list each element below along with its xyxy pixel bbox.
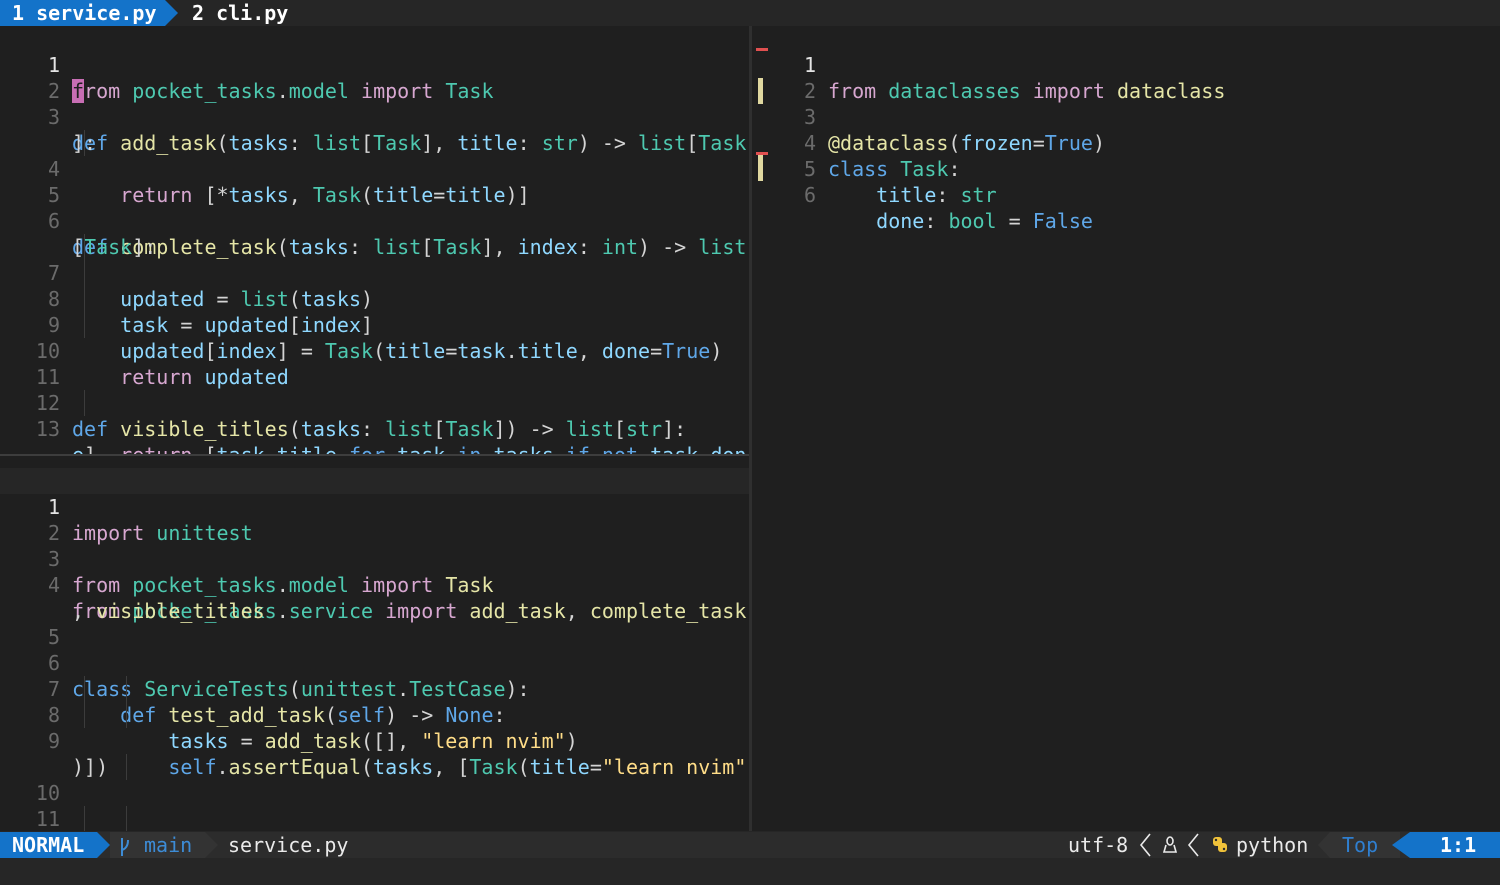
- code-text: def add_task(tasks: list[Task], title: s…: [72, 131, 747, 155]
- code-line[interactable]: 6 done: bool = False: [752, 156, 1093, 233]
- code-line[interactable]: 10 return updated: [0, 312, 289, 389]
- code-line[interactable]: 6 class ServiceTests(unittest.TestCase):: [0, 624, 530, 701]
- code-line-wrap[interactable]: e]: [0, 416, 96, 454]
- branch-separator-arrow: [205, 832, 218, 858]
- git-branch-segment[interactable]: main: [110, 832, 205, 858]
- code-line[interactable]: 8 tasks = add_task([], "learn nvim"): [0, 676, 578, 753]
- code-line[interactable]: 2: [752, 52, 816, 103]
- service-editor-pane[interactable]: 1 from pocket_tasks.model import Task 2 …: [0, 26, 749, 454]
- code-line[interactable]: 1 from dataclasses import dataclass: [752, 26, 1500, 103]
- code-text: self.assertEqual(tasks, [Task(title="lea…: [168, 755, 747, 779]
- indent-guide: [126, 806, 127, 831]
- git-branch-icon: [118, 832, 130, 858]
- code-text: updated[index] = Task(title=task.title, …: [120, 339, 723, 363]
- git-branch-name: main: [144, 833, 193, 857]
- code-line-wrap[interactable]: , visible_titles: [0, 572, 265, 623]
- code-text: return updated: [120, 365, 289, 389]
- text-cursor: f: [72, 79, 85, 103]
- mode-indicator: NORMAL: [0, 832, 97, 858]
- code-line[interactable]: 7 def test_add_task(self) -> None:: [0, 650, 506, 727]
- code-line[interactable]: 13 return [task.title for task in tasks …: [0, 390, 747, 454]
- code-line[interactable]: 12 tasks = complete_task([Task(title="le…: [0, 806, 48, 831]
- file-encoding: utf-8: [1068, 833, 1129, 857]
- code-line[interactable]: 4 class Task:: [752, 104, 961, 181]
- code-line[interactable]: 11 def test_complete_task(self) -> None:: [0, 780, 60, 831]
- code-line[interactable]: 5: [0, 598, 60, 649]
- code-line-wrap[interactable]: ]:: [0, 104, 96, 155]
- current-filename: service.py: [228, 833, 349, 857]
- code-text: def visible_titles(tasks: list[Task]) ->…: [72, 417, 687, 441]
- code-line[interactable]: 1 import unittest: [0, 468, 749, 545]
- code-line[interactable]: 10: [0, 754, 60, 805]
- mode-separator-arrow: [97, 832, 110, 858]
- model-editor-pane[interactable]: 1 from dataclasses import dataclass 2 3 …: [752, 26, 1500, 831]
- line-number: 6: [803, 183, 816, 207]
- code-text: class Task:: [828, 157, 961, 181]
- code-line[interactable]: 9 updated[index] = Task(title=task.title…: [0, 286, 722, 363]
- code-line[interactable]: 8 task = updated[index]: [0, 260, 373, 337]
- code-line[interactable]: 9 self.assertEqual(tasks, [Task(title="l…: [0, 702, 746, 779]
- indent-guide: [126, 754, 127, 780]
- code-text: return [task.title for task in tasks if …: [72, 442, 746, 454]
- code-line-wrap[interactable]: )]): [0, 728, 108, 779]
- code-text: tasks = add_task([], "learn nvim"): [168, 729, 578, 753]
- tab-cli-py[interactable]: 2 cli.py: [192, 0, 288, 26]
- indent-guide: [84, 806, 85, 831]
- tabline: 1 service.py 2 cli.py: [0, 0, 1500, 26]
- code-line-wrap[interactable]: [Task]:: [0, 208, 156, 259]
- code-line[interactable]: 3 from pocket_tasks.model import Task: [0, 520, 494, 597]
- code-line[interactable]: 11: [0, 338, 60, 389]
- code-line[interactable]: 4 from pocket_tasks.service import add_t…: [0, 546, 746, 623]
- code-text: done: bool = False: [876, 209, 1093, 233]
- code-text: )]): [72, 755, 109, 779]
- indent-guide: [126, 676, 127, 728]
- code-line[interactable]: 1 from pocket_tasks.model import Task: [0, 26, 749, 103]
- code-line[interactable]: 12 def visible_titles(tasks: list[Task])…: [0, 364, 686, 441]
- code-text: return [*tasks, Task(title=title)]: [120, 183, 530, 207]
- indent-guide: [84, 234, 85, 338]
- scroll-separator-arrow: [1318, 832, 1330, 858]
- command-line[interactable]: [0, 858, 1500, 885]
- code-text: updated = list(tasks): [120, 287, 374, 311]
- code-line[interactable]: 5: [0, 156, 60, 207]
- code-line[interactable]: 3 def add_task(tasks: list[Task], title:…: [0, 78, 746, 155]
- code-text: e]: [72, 442, 96, 454]
- code-text: @dataclass(frozen=True): [828, 131, 1105, 155]
- code-text: , visible_titles: [72, 599, 265, 623]
- tab-separator-arrow: [165, 0, 178, 26]
- code-text: title: str: [876, 183, 997, 207]
- indent-guide: [84, 676, 85, 728]
- code-text: def complete_task(tasks: list[Task], ind…: [72, 235, 747, 259]
- code-line[interactable]: 4 return [*tasks, Task(title=title)]: [0, 130, 530, 207]
- code-text: task = updated[index]: [120, 313, 374, 337]
- scroll-position-label: Top: [1342, 833, 1379, 857]
- code-line[interactable]: 2: [0, 52, 60, 103]
- code-line[interactable]: 5 title: str: [752, 130, 997, 207]
- indent-guide: [84, 130, 85, 156]
- file-type: python: [1236, 833, 1309, 857]
- statusline: NORMAL main service.py utf-8 python Top …: [0, 832, 1500, 858]
- scroll-position: Top: [1330, 832, 1400, 858]
- cursor-position-separator-arrow: [1392, 832, 1410, 858]
- code-text: from dataclasses import dataclass: [828, 79, 1226, 103]
- code-text: import unittest: [72, 521, 253, 545]
- code-line[interactable]: 3 @dataclass(frozen=True): [752, 78, 1105, 155]
- code-text: from pocket_tasks.model import Task: [72, 79, 494, 103]
- code-text: def test_add_task(self) -> None:: [120, 703, 506, 727]
- code-line[interactable]: 6 def complete_task(tasks: list[Task], i…: [0, 182, 746, 259]
- code-line[interactable]: 7 updated = list(tasks): [0, 234, 373, 311]
- code-line[interactable]: 2: [0, 494, 60, 545]
- test-editor-pane[interactable]: 1 import unittest 2 3 from pocket_tasks.…: [0, 456, 749, 831]
- indent-guide: [84, 390, 85, 416]
- tab-service-py[interactable]: 1 service.py: [0, 0, 165, 26]
- code-text: from pocket_tasks.model import Task: [72, 573, 494, 597]
- code-text: class ServiceTests(unittest.TestCase):: [72, 677, 530, 701]
- cursor-position-label: 1:1: [1440, 833, 1477, 857]
- cursor-position: 1:1: [1410, 832, 1500, 858]
